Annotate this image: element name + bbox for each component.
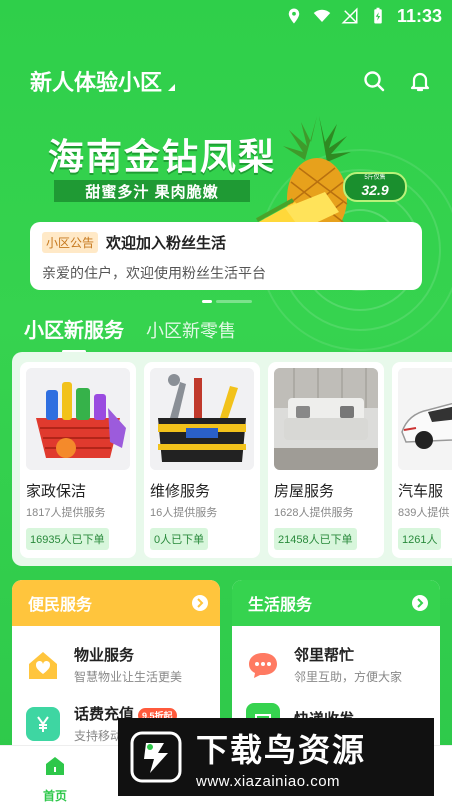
service-orders-badge: 16935人已下单 [26,528,109,550]
price-tag: 5斤仅售 32.9 [343,172,407,202]
service-card-housing[interactable]: 房屋服务 1628人提供服务 21458人已下单 [268,362,384,558]
battery-charging-icon [374,7,382,24]
service-orders-badge: 0人已下单 [150,528,209,550]
bird-logo-icon [130,731,182,783]
nav-home-label: 首页 [42,789,67,803]
chevron-right-icon[interactable] [192,595,208,611]
wifi-icon [313,9,331,22]
cleaning-image [26,368,130,470]
repair-image [150,368,254,470]
promo-subtitle: 甜蜜多汁 果肉脆嫩 [54,180,250,202]
housing-image [274,368,378,470]
pager-dot [216,300,252,303]
notice-title: 欢迎加入粉丝生活 [106,235,227,252]
tab-new-retail[interactable]: 小区新零售 [146,317,236,353]
service-name: 家政保洁 [26,483,87,500]
promo-title: 海南金钻凤梨 [48,136,277,177]
house-icon [26,648,60,682]
life-title: 生活服务 [248,597,313,614]
service-providers: 839人提供 [398,507,450,519]
location-icon [288,8,300,24]
property-service-item[interactable]: 物业服务 智慧物业让生活更美 [12,644,220,685]
service-card-cleaning[interactable]: 家政保洁 1817人提供服务 16935人已下单 [20,362,136,558]
nav-home[interactable]: 首页 [30,754,80,804]
chevron-right-icon[interactable] [412,595,428,611]
price-value: 32.9 [361,182,389,198]
service-providers: 16人提供服务 [150,507,218,519]
header: 新人体验小区 [30,64,440,98]
service-providers: 1817人提供服务 [26,507,106,519]
header-actions [362,69,432,93]
status-bar: 11:33 [0,0,452,32]
yen-card-icon [26,706,60,741]
convenience-header[interactable]: 便民服务 [12,580,220,626]
tab-new-services[interactable]: 小区新服务 [24,314,124,353]
dropdown-corner-icon [168,83,176,91]
watermark-title: 下载鸟资源 [196,731,367,768]
notice-badge: 小区公告 [42,232,99,253]
service-tabs: 小区新服务 小区新零售 [24,314,236,353]
watermark-url: www.xiazainiao.com [196,772,341,790]
services-panel: 家政保洁 1817人提供服务 16935人已下单 维修服务 16人提供服务 0人… [12,352,452,566]
service-name: 房屋服务 [274,483,335,500]
service-card-auto[interactable]: 汽车服 839人提供 1261人 [392,362,452,558]
item-subtitle: 智慧物业让生活更美 [74,670,183,684]
item-title: 物业服务 [74,647,135,664]
services-list: 家政保洁 1817人提供服务 16935人已下单 维修服务 16人提供服务 0人… [20,362,452,558]
community-notice[interactable]: 小区公告 欢迎加入粉丝生活 亲爱的住户，欢迎使用粉丝生活平台 [30,222,422,290]
community-name: 新人体验小区 [30,70,163,95]
convenience-title: 便民服务 [28,597,93,614]
notice-body: 亲爱的住户，欢迎使用粉丝生活平台 [42,265,266,281]
banner-pager [202,300,252,303]
life-header[interactable]: 生活服务 [232,580,440,626]
service-providers: 1628人提供服务 [274,507,354,519]
item-subtitle: 邻里互助，方便大家 [294,670,403,684]
no-signal-icon [341,7,358,24]
service-name: 维修服务 [150,483,211,500]
chat-bubble-icon [246,648,280,682]
pager-dot-active [202,300,212,303]
car-image [398,368,452,470]
item-title: 邻里帮忙 [294,647,355,664]
service-orders-badge: 1261人 [398,528,442,550]
community-selector[interactable]: 新人体验小区 [30,65,176,97]
service-name: 汽车服 [398,483,444,500]
service-orders-badge: 21458人已下单 [274,528,357,550]
home-icon [46,757,64,775]
watermark-overlay: 下载鸟资源 www.xiazainiao.com [118,718,434,796]
bell-icon[interactable] [408,69,432,93]
neighbor-help-item[interactable]: 邻里帮忙 邻里互助，方便大家 [232,644,440,685]
service-card-repair[interactable]: 维修服务 16人提供服务 0人已下单 [144,362,260,558]
status-time: 11:33 [396,5,442,26]
search-icon[interactable] [362,69,386,93]
